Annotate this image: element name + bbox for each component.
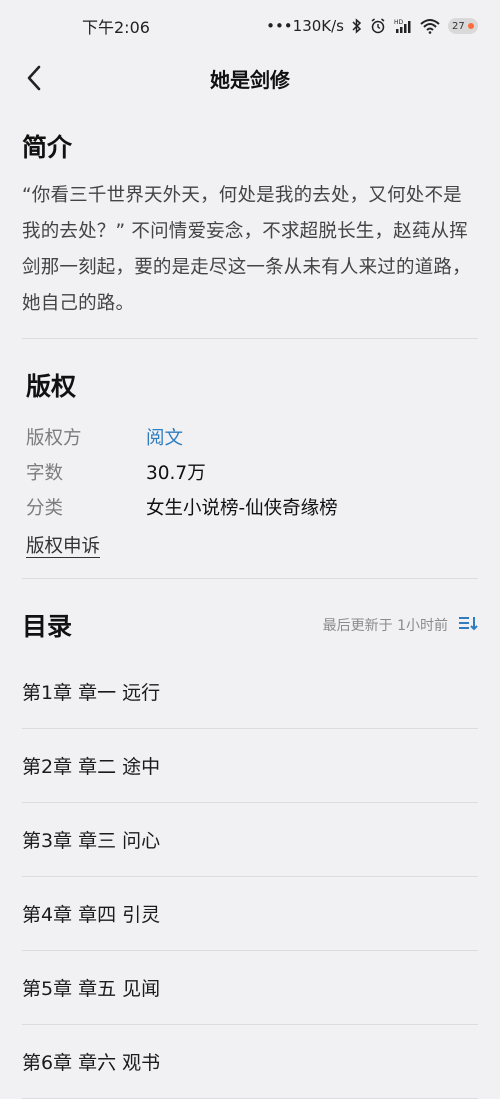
network-speed: •••130K/s bbox=[266, 17, 344, 35]
battery-level: 27 bbox=[452, 20, 465, 32]
nav-bar: 她是剑修 bbox=[0, 52, 500, 104]
chapter-item[interactable]: 第2章 章二 途中 bbox=[22, 729, 478, 803]
status-bar: 下午2:06 •••130K/s HD 27 bbox=[0, 0, 500, 52]
alarm-icon bbox=[370, 18, 386, 34]
divider bbox=[22, 578, 478, 579]
category-value: 女生小说榜-仙侠奇缘榜 bbox=[146, 497, 338, 519]
copyright-heading: 版权 bbox=[26, 372, 77, 401]
copyright-holder-label: 版权方 bbox=[26, 427, 82, 449]
wifi-icon bbox=[420, 18, 440, 34]
chapter-item[interactable]: 第6章 章六 观书 bbox=[22, 1025, 478, 1099]
page-title: 她是剑修 bbox=[210, 67, 290, 92]
signal-icon: HD bbox=[394, 18, 412, 34]
divider bbox=[22, 338, 478, 339]
category-label: 分类 bbox=[26, 497, 64, 519]
copyright-info: 版权方 阅文 字数 30.7万 分类 女生小说榜-仙侠奇缘榜 bbox=[0, 419, 500, 524]
chapter-item[interactable]: 第3章 章三 问心 bbox=[22, 803, 478, 877]
toc-header: 目录 最后更新于 1小时前 bbox=[0, 607, 500, 643]
copyright-section: 版权 版权方 阅文 字数 30.7万 分类 女生小说榜-仙侠奇缘榜 版权申诉 bbox=[0, 367, 500, 558]
last-updated-text: 最后更新于 1小时前 bbox=[322, 618, 448, 634]
chapter-item[interactable]: 第1章 章一 远行 bbox=[22, 655, 478, 729]
word-count-label: 字数 bbox=[26, 462, 64, 484]
word-count-row: 字数 30.7万 bbox=[0, 454, 500, 489]
sort-order-icon[interactable] bbox=[458, 615, 478, 635]
chapter-list: 第1章 章一 远行 第2章 章二 途中 第3章 章三 问心 第4章 章四 引灵 … bbox=[0, 655, 500, 1099]
chapter-item[interactable]: 第5章 章五 见闻 bbox=[22, 951, 478, 1025]
copyright-holder-link[interactable]: 阅文 bbox=[146, 424, 183, 450]
intro-text: “你看三千世界天外天，何处是我的去处，又何处不是我的去处？” 不问情爱妄念，不求… bbox=[22, 185, 471, 314]
copyright-holder-row: 版权方 阅文 bbox=[0, 419, 500, 454]
chevron-left-icon bbox=[27, 65, 41, 91]
battery-icon: 27 bbox=[448, 18, 478, 34]
svg-text:HD: HD bbox=[394, 19, 404, 26]
toc-heading: 目录 bbox=[22, 612, 73, 641]
bluetooth-icon bbox=[352, 18, 362, 34]
word-count-value: 30.7万 bbox=[146, 462, 206, 484]
intro-heading: 简介 bbox=[22, 133, 73, 162]
status-icons: •••130K/s HD 27 bbox=[266, 17, 478, 35]
chapter-item[interactable]: 第4章 章四 引灵 bbox=[22, 877, 478, 951]
intro-section: 简介 “你看三千世界天外天，何处是我的去处，又何处不是我的去处？” 不问情爱妄念… bbox=[0, 128, 500, 322]
category-row: 分类 女生小说榜-仙侠奇缘榜 bbox=[0, 489, 500, 524]
copyright-complaint-link[interactable]: 版权申诉 bbox=[0, 532, 500, 558]
status-time: 下午2:06 bbox=[82, 18, 150, 37]
back-button[interactable] bbox=[18, 62, 50, 94]
toc-meta: 最后更新于 1小时前 bbox=[323, 615, 478, 635]
